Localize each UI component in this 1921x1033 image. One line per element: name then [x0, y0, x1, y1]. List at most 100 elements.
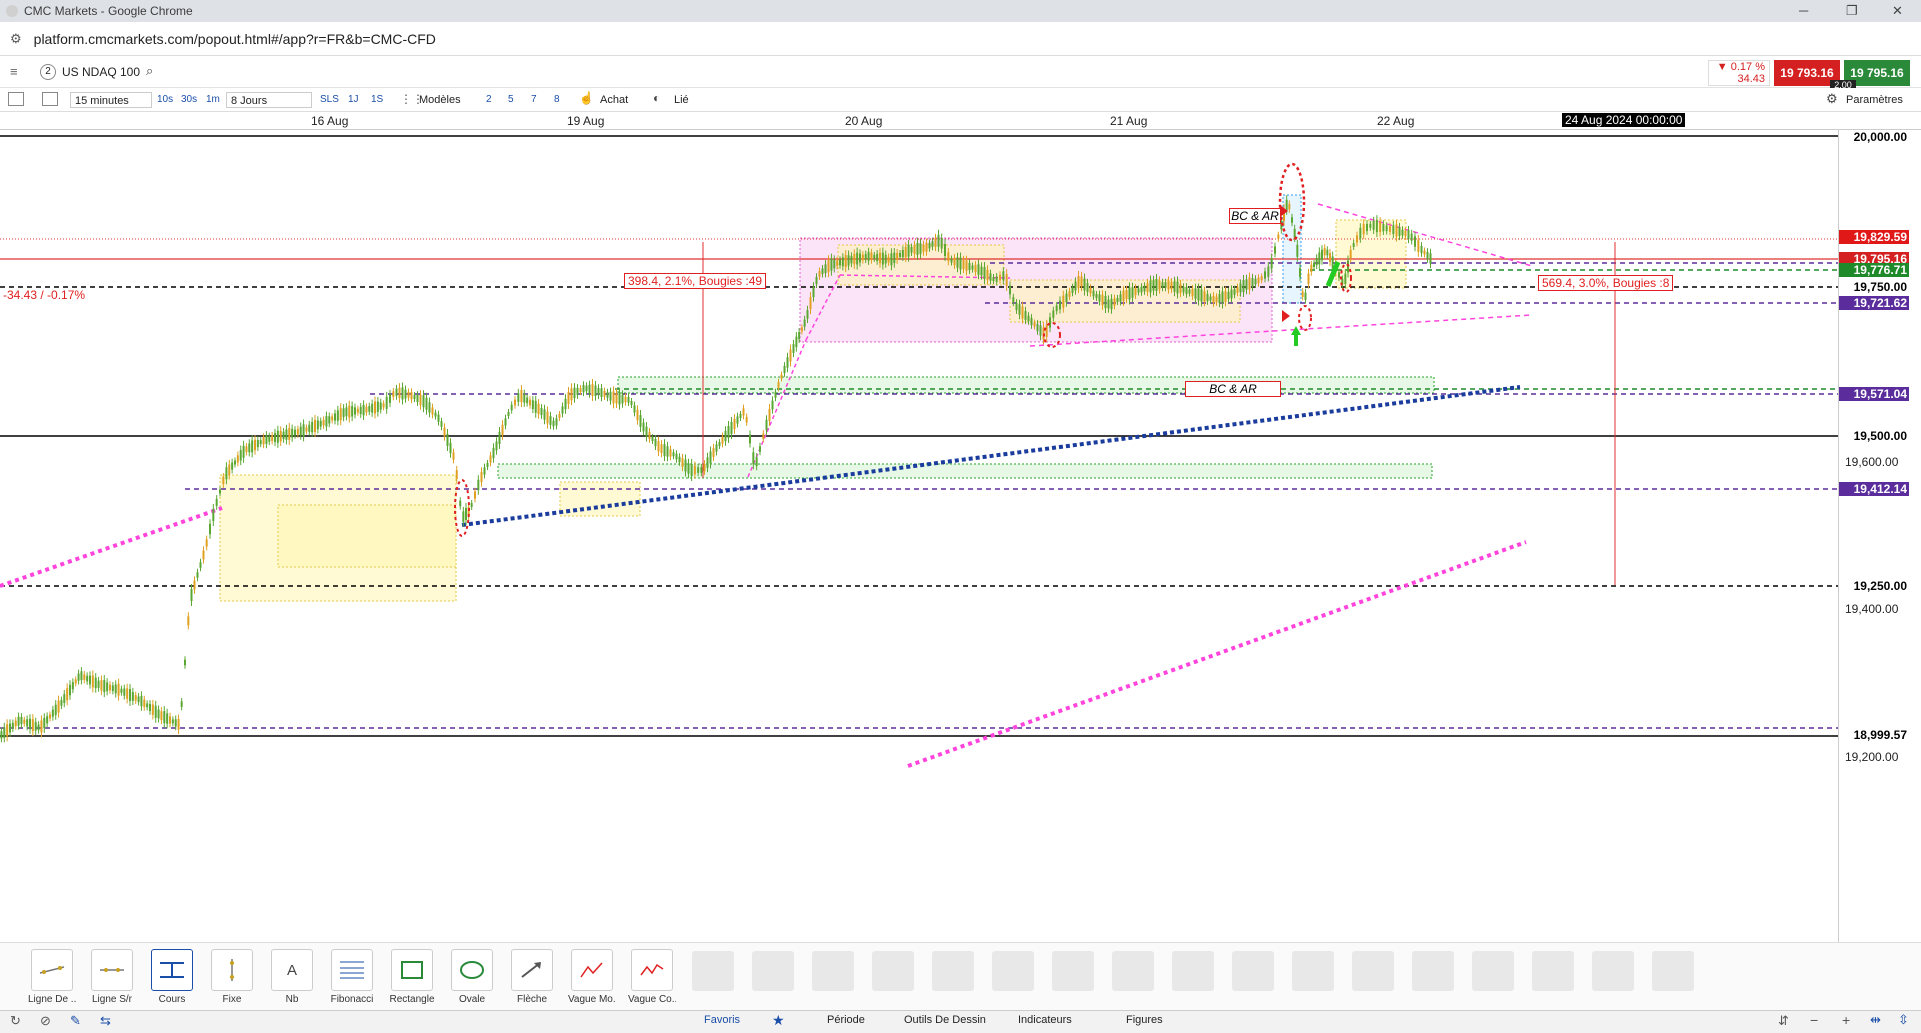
tool-slot[interactable]: [752, 951, 794, 991]
settings-button[interactable]: Paramètres: [1846, 92, 1903, 108]
candle-body: [1149, 280, 1152, 293]
list-icon[interactable]: [8, 92, 24, 106]
tool-slot[interactable]: [1412, 951, 1454, 991]
price-marker: 20,000.00: [1839, 130, 1909, 144]
candle-body: [974, 264, 977, 273]
candle-body: [422, 395, 425, 408]
tab-drawing-tools[interactable]: Outils De Dessin: [904, 1014, 986, 1026]
scroll-icon[interactable]: ⇵: [1778, 1013, 1789, 1029]
candle-body: [398, 387, 401, 399]
price-chart[interactable]: -34.43 / -0.17% 398.4, 2.1%, Bougies :49…: [0, 130, 1921, 942]
refresh-icon[interactable]: ↻: [10, 1013, 21, 1029]
search-icon[interactable]: ⌕: [146, 63, 153, 79]
tool-price[interactable]: Cours: [148, 949, 196, 1005]
candle-body: [1030, 317, 1033, 326]
close-button[interactable]: ✕: [1892, 3, 1903, 19]
candle-body: [271, 435, 274, 442]
candle-body: [836, 260, 839, 267]
tool-line[interactable]: Ligne De ...: [28, 949, 76, 1005]
zoom-out-icon[interactable]: −: [1810, 1012, 1818, 1028]
sr-line-icon: [91, 949, 133, 991]
templates-button[interactable]: Modèles: [419, 92, 461, 108]
zoom-in-icon[interactable]: +: [1842, 1012, 1850, 1028]
bc-ar-label-2[interactable]: BC & AR: [1185, 381, 1281, 397]
tool-slot[interactable]: [1112, 951, 1154, 991]
tool-slot[interactable]: [1532, 951, 1574, 991]
chart-canvas[interactable]: [0, 130, 1921, 942]
grid-icon[interactable]: [42, 92, 58, 106]
clear-icon[interactable]: ⊘: [40, 1013, 51, 1029]
tool-rectangle[interactable]: Rectangle: [388, 949, 436, 1005]
tab-period[interactable]: Période: [827, 1014, 865, 1026]
candle-body: [1173, 281, 1176, 292]
candle-body: [830, 258, 833, 271]
tool-fibonacci[interactable]: Fibonacci: [328, 949, 376, 1005]
tab-indicators[interactable]: Indicateurs: [1018, 1014, 1072, 1026]
minimize-button[interactable]: ─: [1799, 3, 1808, 18]
linked-button[interactable]: Lié: [674, 92, 689, 108]
tool-slot[interactable]: [1352, 951, 1394, 991]
star-icon[interactable]: ★: [772, 1012, 785, 1029]
gear-icon[interactable]: ⚙: [1826, 91, 1838, 107]
level-5[interactable]: 5: [508, 92, 514, 108]
tab-favorites[interactable]: Favoris: [704, 1014, 740, 1026]
interval-1m[interactable]: 1m: [206, 92, 220, 108]
bc-ar-label-1[interactable]: BC & AR: [1229, 208, 1281, 224]
instrument-name[interactable]: US NDAQ 100: [62, 65, 140, 79]
mode-1s[interactable]: 1S: [371, 92, 383, 108]
candle-body: [51, 709, 54, 717]
tool-slot[interactable]: [1592, 951, 1634, 991]
period-select[interactable]: 8 Jours: [226, 92, 312, 108]
level-8[interactable]: 8: [554, 92, 560, 108]
candle-body: [564, 398, 567, 410]
tool-slot[interactable]: [1292, 951, 1334, 991]
interval-select[interactable]: 15 minutes: [70, 92, 152, 108]
tool-slot[interactable]: [1232, 951, 1274, 991]
date-axis: 16 Aug 19 Aug 20 Aug 21 Aug 22 Aug 24 Au…: [0, 112, 1921, 130]
tool-slot[interactable]: [1652, 951, 1694, 991]
level-7[interactable]: 7: [531, 92, 537, 108]
tool-slot[interactable]: [1172, 951, 1214, 991]
measure-label-2[interactable]: 569.4, 3.0%, Bougies :8: [1538, 275, 1674, 291]
candle-body: [1024, 311, 1027, 320]
menu-icon[interactable]: ≡: [10, 64, 18, 79]
tool-wave-corrective[interactable]: Vague Co...: [628, 949, 676, 1005]
cursor-icon[interactable]: ⇆: [100, 1013, 111, 1029]
tool-slot[interactable]: [1052, 951, 1094, 991]
tool-arrow[interactable]: Flèche: [508, 949, 556, 1005]
candle-body: [1167, 280, 1170, 290]
buy-button[interactable]: Achat: [600, 92, 628, 108]
candle-body: [1248, 277, 1251, 290]
candle-body: [806, 309, 809, 319]
tool-slot[interactable]: [992, 951, 1034, 991]
candle-body: [193, 580, 196, 590]
candle-body: [968, 262, 971, 271]
tool-slot[interactable]: [812, 951, 854, 991]
interval-10s[interactable]: 10s: [157, 92, 173, 108]
interval-30s[interactable]: 30s: [181, 92, 197, 108]
oval-icon: [451, 949, 493, 991]
candle-body: [1113, 298, 1116, 306]
level-2[interactable]: 2: [486, 92, 492, 108]
url-text[interactable]: platform.cmcmarkets.com/popout.html#/app…: [34, 31, 436, 47]
autoscale-icon[interactable]: ⇳: [1898, 1012, 1909, 1028]
candle-body: [1414, 236, 1416, 247]
candle-body: [950, 258, 953, 263]
tool-slot[interactable]: [1472, 951, 1514, 991]
mode-1j[interactable]: 1J: [348, 92, 359, 108]
tab-figures[interactable]: Figures: [1126, 1014, 1163, 1026]
tool-slot[interactable]: [872, 951, 914, 991]
tool-text[interactable]: A Nb: [268, 949, 316, 1005]
fit-icon[interactable]: ⇹: [1870, 1012, 1881, 1028]
restore-button[interactable]: ❐: [1846, 3, 1858, 19]
tool-slot[interactable]: [692, 951, 734, 991]
tool-fixed[interactable]: Fixe: [208, 949, 256, 1005]
tool-sr-line[interactable]: Ligne S/r: [88, 949, 136, 1005]
tool-wave-motive[interactable]: Vague Mo...: [568, 949, 616, 1005]
mode-sls[interactable]: SLS: [320, 92, 339, 108]
site-info-icon[interactable]: ⚙: [10, 31, 22, 47]
tool-oval[interactable]: Ovale: [448, 949, 496, 1005]
pencil-icon[interactable]: ✎: [70, 1013, 81, 1029]
tool-slot[interactable]: [932, 951, 974, 991]
measure-label-1[interactable]: 398.4, 2.1%, Bougies :49: [624, 273, 767, 289]
